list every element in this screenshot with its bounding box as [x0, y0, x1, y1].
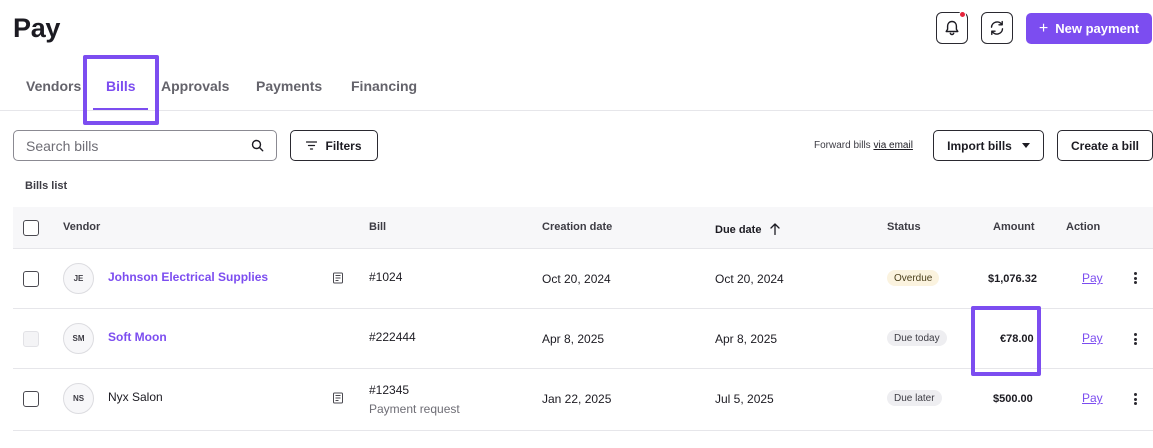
pay-link[interactable]: Pay [1082, 271, 1103, 285]
column-status[interactable]: Status [887, 221, 921, 233]
avatar: NS [63, 383, 94, 414]
kebab-menu-icon[interactable] [1129, 271, 1141, 285]
document-icon[interactable] [332, 392, 344, 404]
notification-dot [959, 11, 966, 18]
bill-number: #12345 [369, 383, 410, 397]
new-payment-button[interactable]: + New payment [1026, 13, 1152, 44]
vendor-name[interactable]: Johnson Electrical Supplies [108, 270, 268, 284]
plus-icon: + [1038, 19, 1049, 37]
sort-arrow-up-icon [769, 223, 780, 236]
tab-approvals[interactable]: Approvals [161, 78, 229, 94]
filter-icon [306, 141, 318, 150]
pay-link[interactable]: Pay [1082, 391, 1103, 405]
refresh-button[interactable] [981, 12, 1013, 44]
kebab-menu-icon[interactable] [1129, 392, 1141, 406]
column-due-date-label: Due date [715, 224, 762, 236]
table-row[interactable]: NS Nyx Salon #12345 Payment request Jan … [13, 369, 1153, 431]
table-row[interactable]: SM Soft Moon #222444 Apr 8, 2025 Apr 8, … [13, 309, 1153, 369]
column-action: Action [1066, 221, 1101, 233]
new-payment-label: New payment [1055, 21, 1140, 36]
forward-bills-text: Forward bills via email [814, 140, 913, 151]
search-box [13, 130, 277, 161]
due-date: Jul 5, 2025 [715, 392, 774, 406]
refresh-icon [990, 20, 1004, 36]
tab-financing[interactable]: Financing [351, 78, 417, 94]
kebab-menu-icon[interactable] [1129, 332, 1141, 346]
row-checkbox[interactable] [23, 391, 39, 407]
bills-list-label: Bills list [25, 180, 68, 192]
creation-date: Apr 8, 2025 [542, 332, 605, 346]
status-badge: Due later [887, 390, 942, 406]
forward-bills-label: Forward bills [814, 140, 871, 151]
vendor-name[interactable]: Soft Moon [108, 330, 167, 344]
amount: €78.00 [1000, 333, 1034, 345]
forward-via-email-link[interactable]: via email [873, 140, 912, 151]
due-date: Oct 20, 2024 [715, 272, 784, 286]
row-checkbox[interactable] [23, 271, 39, 287]
amount: $500.00 [993, 393, 1033, 405]
status-badge: Overdue [887, 270, 940, 286]
tab-bills[interactable]: Bills [106, 78, 136, 94]
amount: $1,076.32 [988, 273, 1037, 285]
bill-number: #222444 [369, 330, 416, 344]
filters-button[interactable]: Filters [290, 130, 378, 161]
tab-bar: Vendors Bills Approvals Payments Financi… [0, 70, 1153, 111]
avatar: SM [63, 323, 94, 354]
bell-icon [945, 20, 959, 35]
vendor-name: Nyx Salon [108, 390, 163, 404]
tab-payments[interactable]: Payments [256, 78, 322, 94]
pay-link[interactable]: Pay [1082, 331, 1103, 345]
notifications-button[interactable] [936, 11, 968, 44]
due-date: Apr 8, 2025 [715, 332, 778, 346]
select-all-checkbox[interactable] [23, 220, 39, 236]
bill-subtitle: Payment request [369, 402, 460, 416]
column-amount[interactable]: Amount [993, 221, 1035, 233]
column-due-date[interactable]: Due date [715, 221, 780, 236]
page-title: Pay [13, 13, 61, 43]
status-badge: Due today [887, 330, 947, 346]
creation-date: Oct 20, 2024 [542, 272, 611, 286]
import-bills-label: Import bills [947, 138, 1012, 153]
tab-vendors[interactable]: Vendors [26, 78, 81, 94]
document-icon[interactable] [332, 272, 344, 284]
bill-number: #1024 [369, 270, 403, 284]
filters-label: Filters [325, 138, 362, 153]
search-input[interactable] [26, 137, 251, 154]
column-bill[interactable]: Bill [369, 221, 386, 233]
create-bill-button[interactable]: Create a bill [1057, 130, 1153, 161]
table-row[interactable]: JE Johnson Electrical Supplies #1024 Oct… [13, 249, 1153, 309]
column-vendor[interactable]: Vendor [63, 221, 100, 233]
import-bills-button[interactable]: Import bills [933, 130, 1044, 161]
caret-down-icon [1021, 143, 1030, 148]
creation-date: Jan 22, 2025 [542, 392, 612, 406]
table-header: Vendor Bill Creation date Due date Statu… [13, 207, 1153, 249]
avatar: JE [63, 263, 94, 294]
row-checkbox[interactable] [23, 331, 39, 347]
column-creation-date[interactable]: Creation date [542, 221, 612, 233]
active-tab-indicator [93, 108, 148, 110]
search-icon[interactable] [251, 139, 264, 152]
